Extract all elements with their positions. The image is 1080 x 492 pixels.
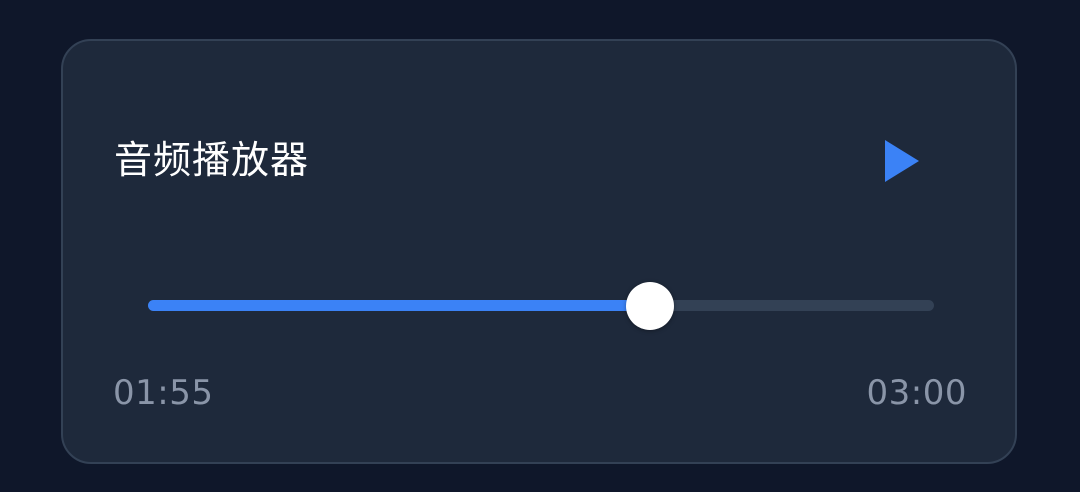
- play-icon: [885, 140, 919, 182]
- player-title: 音频播放器: [114, 138, 310, 182]
- audio-player-card: 音频播放器 01:55 03:00: [61, 39, 1017, 464]
- total-time: 03:00: [866, 373, 967, 413]
- progress-thumb[interactable]: [626, 282, 675, 330]
- current-time: 01:55: [113, 373, 214, 413]
- progress-fill: [148, 300, 651, 311]
- progress-slider[interactable]: [148, 281, 934, 331]
- progress-track: [148, 300, 934, 311]
- play-button[interactable]: [878, 136, 926, 186]
